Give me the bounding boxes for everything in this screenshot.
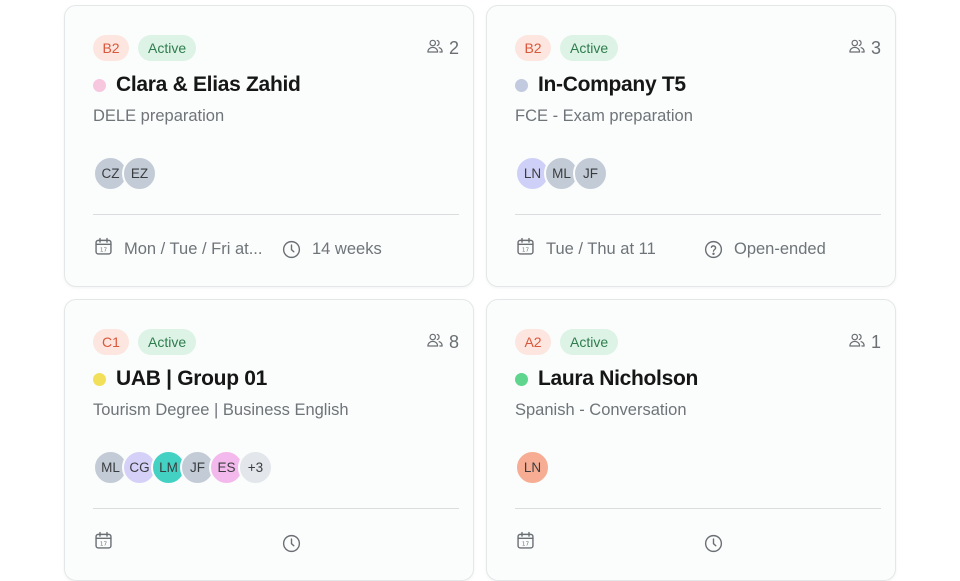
duration: [703, 533, 734, 554]
level-badge: C1: [93, 329, 129, 355]
status-badge: Active: [560, 329, 619, 355]
svg-text:17: 17: [522, 541, 530, 547]
class-card[interactable]: A2 Active 1 Laura Nicholson Spanish - Co…: [486, 299, 896, 581]
card-subtitle: Tourism Degree | Business English: [93, 401, 349, 419]
members-count: 1: [848, 331, 881, 354]
status-badge: Active: [138, 35, 197, 61]
card-title[interactable]: In-Company T5: [538, 73, 686, 97]
color-dot: [93, 372, 106, 386]
schedule: 17: [515, 530, 703, 556]
level-badge: B2: [93, 35, 129, 61]
card-divider: [93, 214, 459, 215]
card-meta: 17 Mon / Tue / Fri at... 14 weeks: [93, 237, 459, 261]
card-divider: [93, 508, 459, 509]
duration-text: Open-ended: [734, 239, 826, 258]
card-meta: 17: [515, 531, 881, 555]
class-card[interactable]: B2 Active 3 In-Company T5 FCE - Exam pre…: [486, 5, 896, 287]
avatar-stack: ML CG LM JF ES +3: [93, 450, 273, 485]
level-badge: A2: [515, 329, 551, 355]
avatar-stack: LN ML JF: [515, 156, 608, 191]
card-header: B2 Active 3: [515, 34, 881, 62]
card-header: B2 Active 2: [93, 34, 459, 62]
status-badge: Active: [560, 35, 619, 61]
svg-text:17: 17: [100, 247, 108, 253]
duration: Open-ended: [703, 239, 826, 260]
members-count-value: 2: [448, 37, 459, 58]
svg-text:17: 17: [100, 541, 108, 547]
card-divider: [515, 214, 881, 215]
members-count-value: 3: [870, 37, 881, 58]
clock-icon: [281, 239, 312, 260]
color-dot: [515, 78, 528, 92]
card-title-row: Clara & Elias Zahid: [93, 73, 301, 97]
card-title-row: In-Company T5: [515, 73, 686, 97]
card-meta: 17: [93, 531, 459, 555]
card-title[interactable]: Laura Nicholson: [538, 367, 698, 391]
members-count-value: 8: [448, 331, 459, 352]
svg-text:17: 17: [522, 247, 530, 253]
card-divider: [515, 508, 881, 509]
members-count: 2: [426, 37, 459, 60]
schedule: 17 Mon / Tue / Fri at...: [93, 236, 281, 262]
card-subtitle: DELE preparation: [93, 107, 225, 125]
color-dot: [93, 78, 106, 92]
card-header: C1 Active 8: [93, 328, 459, 356]
calendar-icon: 17: [515, 236, 546, 262]
class-card[interactable]: C1 Active 8 UAB | Group 01 Tourism Degre…: [64, 299, 474, 581]
members-count: 8: [426, 331, 459, 354]
card-subtitle: FCE - Exam preparation: [515, 107, 693, 125]
users-icon: [848, 37, 866, 60]
duration-text: 14 weeks: [312, 239, 382, 258]
members-count: 3: [848, 37, 881, 60]
calendar-icon: 17: [93, 530, 124, 556]
class-cards-grid: B2 Active 2 Clara & Elias Zahid DELE pre…: [64, 5, 896, 581]
schedule: 17: [93, 530, 281, 556]
avatar[interactable]: LN: [515, 450, 550, 485]
users-icon: [426, 37, 444, 60]
card-title-row: Laura Nicholson: [515, 367, 698, 391]
card-title[interactable]: Clara & Elias Zahid: [116, 73, 301, 97]
card-title-row: UAB | Group 01: [93, 367, 267, 391]
avatar-stack: CZ EZ: [93, 156, 157, 191]
schedule: 17 Tue / Thu at 11: [515, 236, 703, 262]
duration: 14 weeks: [281, 239, 382, 260]
card-subtitle: Spanish - Conversation: [515, 401, 687, 419]
duration: [281, 533, 312, 554]
avatar[interactable]: +3: [238, 450, 273, 485]
clock-icon: [281, 533, 312, 554]
calendar-icon: 17: [515, 530, 546, 556]
avatar[interactable]: JF: [573, 156, 608, 191]
question-circle-icon: [703, 239, 734, 260]
level-badge: B2: [515, 35, 551, 61]
card-title[interactable]: UAB | Group 01: [116, 367, 267, 391]
calendar-icon: 17: [93, 236, 124, 262]
members-count-value: 1: [870, 331, 881, 352]
color-dot: [515, 372, 528, 386]
clock-icon: [703, 533, 734, 554]
card-meta: 17 Tue / Thu at 11 Open-ended: [515, 237, 881, 261]
users-icon: [426, 331, 444, 354]
schedule-text: Mon / Tue / Fri at...: [124, 239, 263, 258]
class-card[interactable]: B2 Active 2 Clara & Elias Zahid DELE pre…: [64, 5, 474, 287]
schedule-text: Tue / Thu at 11: [546, 239, 656, 258]
avatar-stack: LN: [515, 450, 550, 485]
status-badge: Active: [138, 329, 197, 355]
avatar[interactable]: EZ: [122, 156, 157, 191]
users-icon: [848, 331, 866, 354]
card-header: A2 Active 1: [515, 328, 881, 356]
